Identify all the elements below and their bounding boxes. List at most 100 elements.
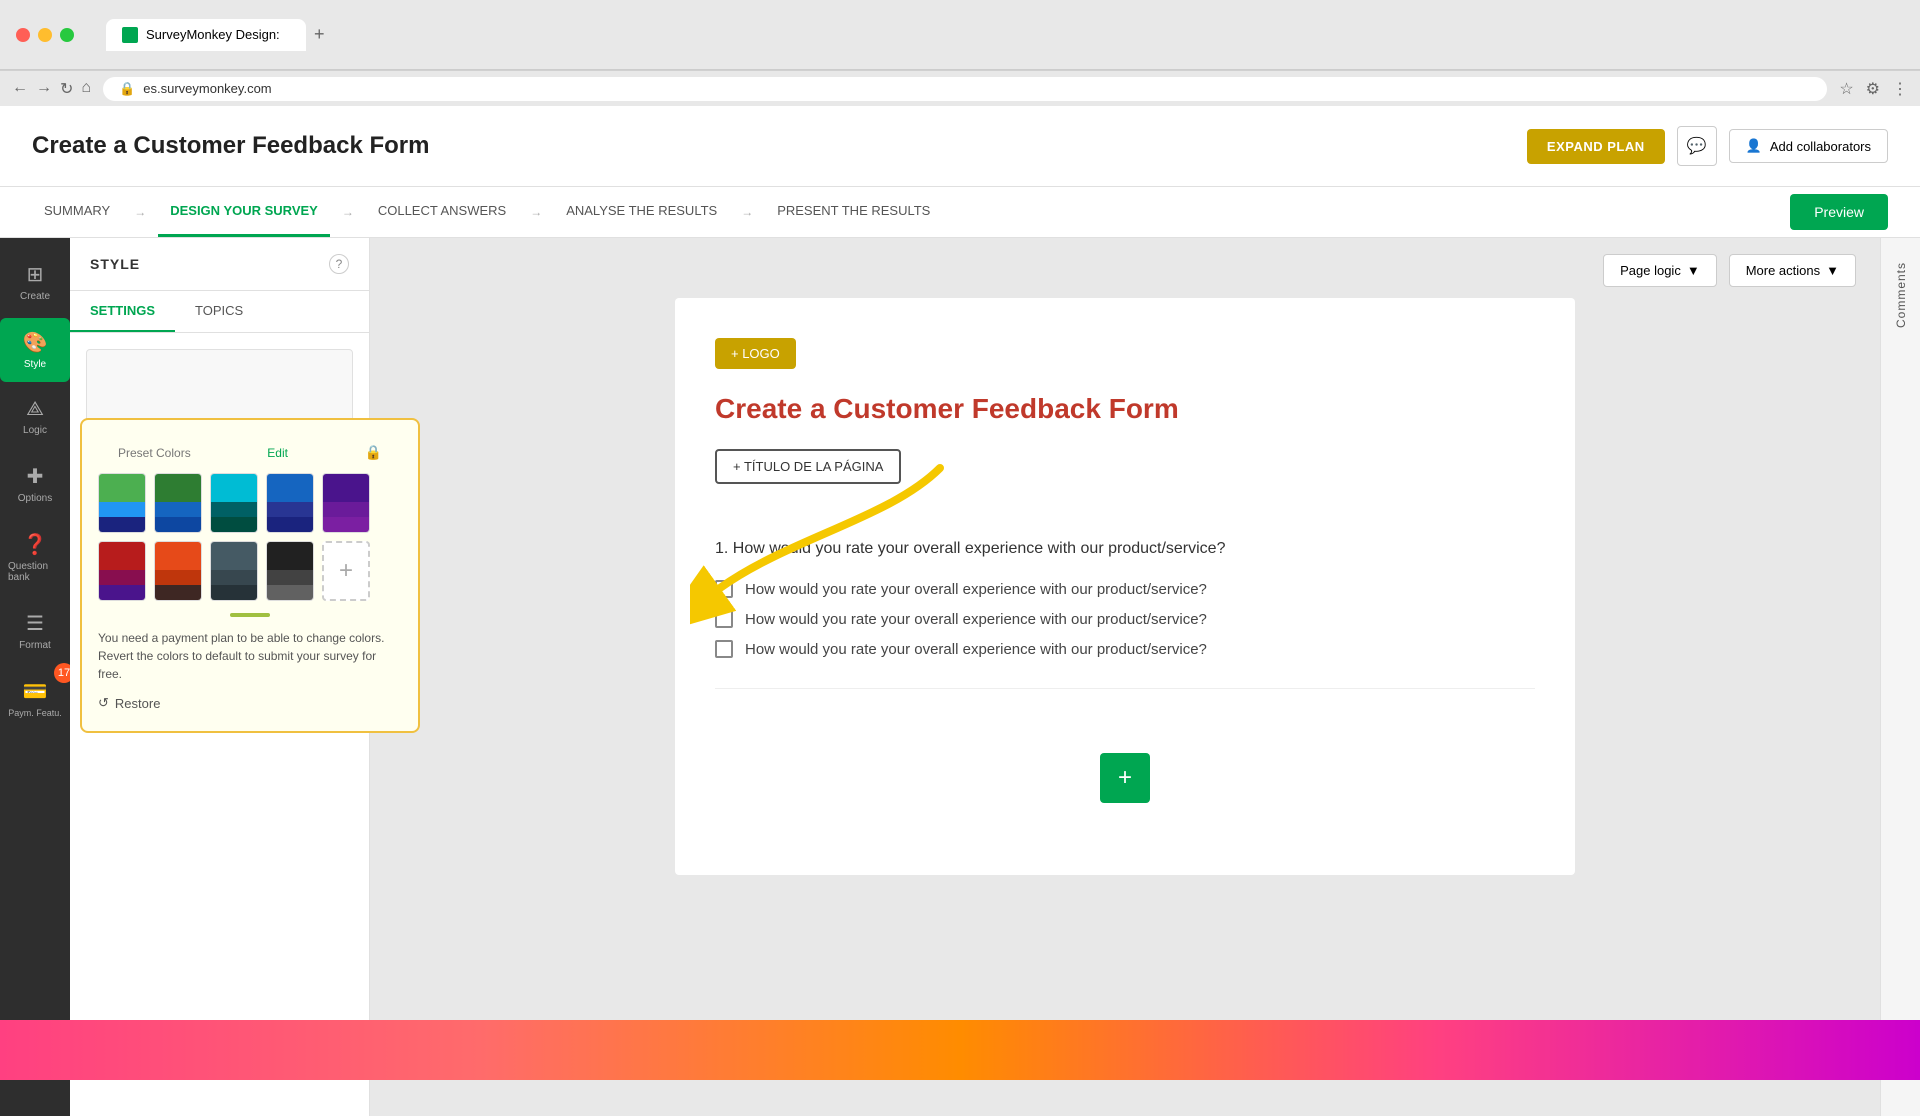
- active-tab[interactable]: SurveyMonkey Design:: [106, 19, 306, 51]
- create-icon: ⊞: [27, 262, 44, 287]
- comment-button[interactable]: 💬: [1677, 126, 1717, 166]
- tab-topics[interactable]: TOPICS: [175, 291, 263, 332]
- survey-area: Page logic ▼ More actions ▼ + LOGO Creat…: [370, 238, 1880, 1116]
- page-logic-button[interactable]: Page logic ▼: [1603, 254, 1717, 287]
- tab-favicon: [122, 27, 138, 43]
- color-swatch-1[interactable]: [98, 473, 146, 533]
- nav-tabs: SUMMARY → DESIGN YOUR SURVEY → COLLECT A…: [0, 187, 1920, 238]
- sidebar-label-options: Options: [18, 493, 52, 504]
- sidebar-label-logic: Logic: [23, 425, 47, 436]
- url-text: es.surveymonkey.com: [143, 81, 271, 96]
- color-popup: Preset Colors Edit 🔒: [80, 418, 420, 733]
- tab-design[interactable]: DESIGN YOUR SURVEY: [158, 187, 330, 237]
- sidebar-item-options[interactable]: ✚ Options: [0, 452, 70, 516]
- bookmark-icon[interactable]: ☆: [1839, 79, 1853, 99]
- settings-icon[interactable]: ⚙: [1866, 79, 1880, 99]
- checkbox-option-1: How would you rate your overall experien…: [715, 574, 1535, 604]
- lock-preset-icon: 🔒: [365, 444, 382, 461]
- page-title-button[interactable]: + TÍTULO DE LA PÁGINA: [715, 449, 901, 484]
- color-swatch-7[interactable]: [154, 541, 202, 601]
- back-button[interactable]: ←: [12, 79, 28, 99]
- color-swatch-8[interactable]: [210, 541, 258, 601]
- more-actions-button[interactable]: More actions ▼: [1729, 254, 1856, 287]
- dropdown-icon-2: ▼: [1826, 263, 1839, 278]
- nav-arrow-2: →: [338, 205, 358, 219]
- tab-settings[interactable]: SETTINGS: [70, 291, 175, 332]
- warning-message: You need a payment plan to be able to ch…: [98, 629, 402, 683]
- checkbox-3[interactable]: [715, 640, 733, 658]
- color-swatch-2[interactable]: [154, 473, 202, 533]
- new-tab-button[interactable]: +: [306, 16, 333, 53]
- forward-button[interactable]: →: [36, 79, 52, 99]
- restore-button[interactable]: ↺ Restore: [98, 691, 402, 715]
- lock-icon: 🔒: [119, 81, 135, 97]
- format-icon: ☰: [26, 611, 44, 636]
- preset-label: Preset Colors Edit 🔒: [98, 436, 402, 461]
- sidebar-item-question-bank[interactable]: ❓ Question bank: [0, 520, 70, 595]
- tab-analyse[interactable]: ANALYSE THE RESULTS: [554, 187, 729, 237]
- traffic-lights: [16, 28, 74, 42]
- preview-button[interactable]: Preview: [1790, 194, 1888, 230]
- option-label-2: How would you rate your overall experien…: [745, 611, 1207, 628]
- page-title: Create a Customer Feedback Form: [32, 132, 429, 160]
- options-icon: ✚: [27, 464, 44, 489]
- restore-icon: ↺: [98, 695, 109, 711]
- add-collaborators-button[interactable]: 👤 Add collaborators: [1729, 129, 1888, 163]
- tab-title: SurveyMonkey Design:: [146, 27, 280, 42]
- url-bar[interactable]: 🔒 es.surveymonkey.com: [103, 77, 1827, 101]
- menu-icon[interactable]: ⋮: [1892, 79, 1908, 99]
- question-text-1: 1. How would you rate your overall exper…: [715, 540, 1535, 558]
- logo-button[interactable]: + LOGO: [715, 338, 796, 369]
- comments-tab[interactable]: Comments: [1886, 246, 1916, 344]
- tab-summary[interactable]: SUMMARY: [32, 187, 122, 237]
- sidebar-item-payment[interactable]: 💳 Paym. Featu. 17: [0, 667, 70, 730]
- nav-arrow-1: →: [130, 205, 150, 219]
- sidebar-item-style[interactable]: 🎨 Style: [0, 318, 70, 382]
- dropdown-icon: ▼: [1687, 263, 1700, 278]
- panel-tabs: SETTINGS TOPICS: [70, 291, 369, 333]
- add-swatch-button[interactable]: +: [322, 541, 370, 601]
- color-swatch-4[interactable]: [266, 473, 314, 533]
- sidebar-item-create[interactable]: ⊞ Create: [0, 250, 70, 314]
- plus-icon: +: [339, 557, 353, 585]
- add-question-container: +: [715, 721, 1535, 835]
- question-block-1: 1. How would you rate your overall exper…: [715, 516, 1535, 689]
- checkbox-1[interactable]: [715, 580, 733, 598]
- home-button[interactable]: ⌂: [81, 79, 91, 99]
- expand-plan-button[interactable]: EXPAND PLAN: [1527, 129, 1665, 164]
- survey-content: + LOGO Create a Customer Feedback Form +…: [675, 298, 1575, 875]
- question-bank-icon: ❓: [23, 532, 48, 557]
- refresh-button[interactable]: ↻: [60, 79, 73, 99]
- edit-link[interactable]: Edit: [267, 446, 288, 460]
- sidebar-icons: ⊞ Create 🎨 Style ⟁ Logic ✚ Options ❓ Que…: [0, 238, 70, 1116]
- sidebar-label-style: Style: [24, 359, 46, 370]
- minimize-button[interactable]: [38, 28, 52, 42]
- color-swatch-3[interactable]: [210, 473, 258, 533]
- left-panel: STYLE ? SETTINGS TOPICS Preset Colors Ed…: [70, 238, 370, 1116]
- tab-collect[interactable]: COLLECT ANSWERS: [366, 187, 518, 237]
- nav-arrow-4: →: [737, 205, 757, 219]
- style-icon: 🎨: [23, 330, 48, 355]
- help-icon[interactable]: ?: [329, 254, 349, 274]
- tab-present[interactable]: PRESENT THE RESULTS: [765, 187, 942, 237]
- checkbox-2[interactable]: [715, 610, 733, 628]
- sidebar-label-format: Format: [19, 640, 51, 651]
- tab-bar: SurveyMonkey Design: +: [106, 16, 1888, 53]
- address-right: ☆ ⚙ ⋮: [1839, 79, 1908, 99]
- swatch-row-1: [98, 473, 402, 533]
- main-content: ⊞ Create 🎨 Style ⟁ Logic ✚ Options ❓ Que…: [0, 238, 1920, 1116]
- bottom-gradient-bar: [0, 1020, 1920, 1080]
- maximize-button[interactable]: [60, 28, 74, 42]
- logic-icon: ⟁: [26, 398, 44, 421]
- address-bar: ← → ↻ ⌂ 🔒 es.surveymonkey.com ☆ ⚙ ⋮: [0, 70, 1920, 106]
- sidebar-item-logic[interactable]: ⟁ Logic: [0, 386, 70, 448]
- color-swatch-5[interactable]: [322, 473, 370, 533]
- sidebar-label-create: Create: [20, 291, 50, 302]
- close-button[interactable]: [16, 28, 30, 42]
- option-label-1: How would you rate your overall experien…: [745, 581, 1207, 598]
- sidebar-label-question-bank: Question bank: [8, 561, 62, 583]
- color-swatch-9[interactable]: [266, 541, 314, 601]
- add-question-button[interactable]: +: [1100, 753, 1150, 803]
- color-swatch-6[interactable]: [98, 541, 146, 601]
- sidebar-item-format[interactable]: ☰ Format: [0, 599, 70, 663]
